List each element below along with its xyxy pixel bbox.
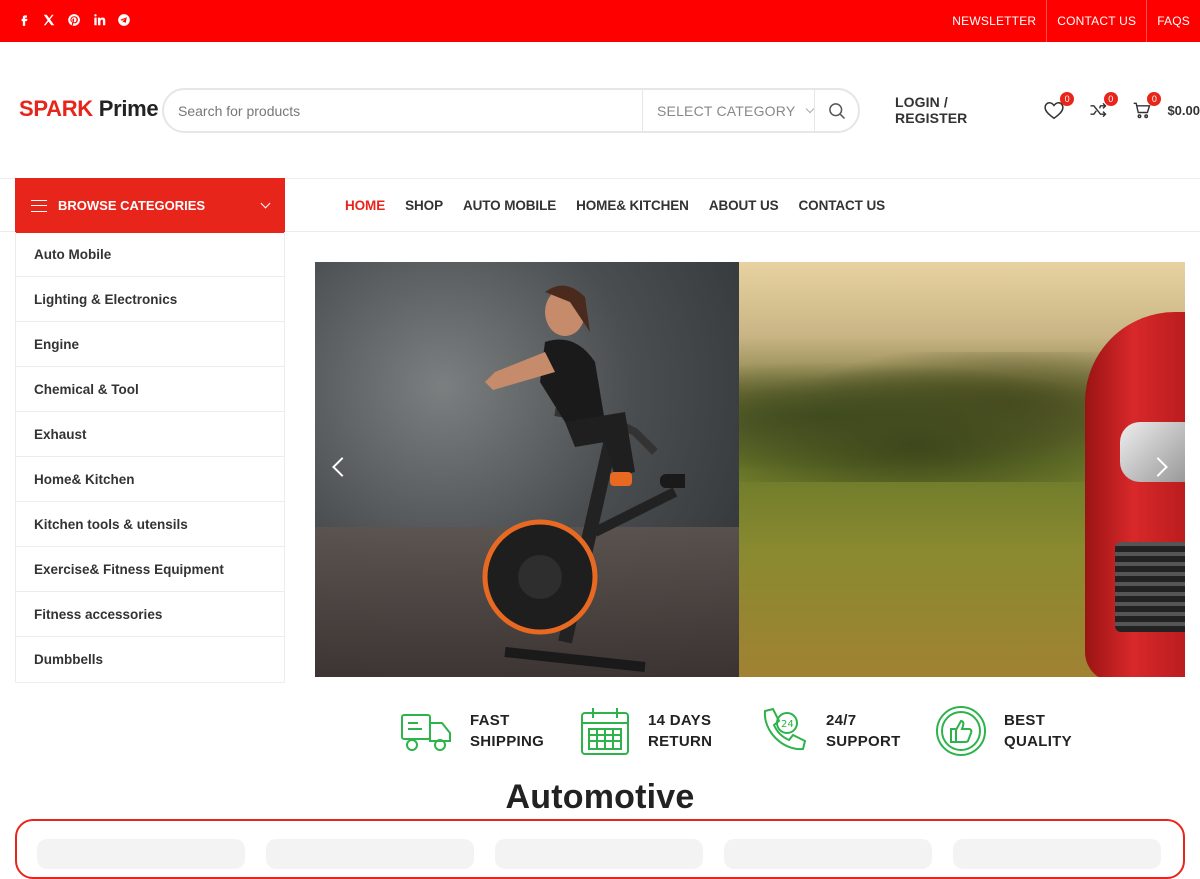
search-button[interactable] — [814, 90, 858, 131]
contact-us-link[interactable]: CONTACT US — [1046, 0, 1146, 42]
sidebar-item-chemical-tool[interactable]: Chemical & Tool — [16, 367, 284, 412]
header-actions: LOGIN / REGISTER 0 0 0 $0.00 — [895, 92, 1200, 126]
nav-auto-mobile[interactable]: AUTO MOBILE — [453, 198, 566, 213]
sidebar-item-auto-mobile[interactable]: Auto Mobile — [16, 232, 284, 277]
login-register-link[interactable]: LOGIN / REGISTER — [895, 94, 1022, 126]
thumbs-up-icon — [934, 704, 988, 758]
product-card[interactable] — [37, 839, 245, 869]
sidebar-item-exercise-fitness[interactable]: Exercise& Fitness Equipment — [16, 547, 284, 592]
chevron-down-icon — [260, 198, 271, 209]
sidebar-item-lighting-electronics[interactable]: Lighting & Electronics — [16, 277, 284, 322]
feature-line1: FAST — [470, 712, 510, 729]
compare-button[interactable]: 0 — [1086, 92, 1118, 121]
search-input[interactable] — [164, 90, 642, 131]
social-links — [16, 12, 132, 28]
sidebar-item-exhaust[interactable]: Exhaust — [16, 412, 284, 457]
nav-shop[interactable]: SHOP — [395, 198, 453, 213]
search-icon — [828, 102, 845, 119]
cart-count-badge: 0 — [1147, 92, 1162, 106]
telegram-icon[interactable] — [116, 12, 132, 28]
hero-slider[interactable] — [315, 262, 1185, 677]
car-headlight — [1120, 422, 1185, 482]
cart-total[interactable]: $0.00 — [1167, 103, 1200, 118]
feature-line1: BEST — [1004, 712, 1046, 729]
top-links: NEWSLETTER CONTACT US FAQS — [942, 0, 1200, 42]
red-car-image — [1085, 312, 1185, 677]
nav-home[interactable]: HOME — [335, 198, 395, 213]
feature-fast-shipping: FAST SHIPPING — [400, 704, 544, 758]
nav-home-kitchen[interactable]: HOME& KITCHEN — [566, 198, 699, 213]
category-sidebar: Auto Mobile Lighting & Electronics Engin… — [15, 232, 285, 683]
car-grille — [1115, 542, 1185, 632]
compare-count-badge: 0 — [1103, 92, 1118, 106]
linkedin-icon[interactable] — [91, 12, 107, 28]
product-card[interactable] — [266, 839, 474, 869]
browse-categories-label: BROWSE CATEGORIES — [58, 198, 206, 213]
faqs-link[interactable]: FAQS — [1146, 0, 1200, 42]
truck-icon — [400, 704, 454, 758]
category-select-label: SELECT CATEGORY — [657, 102, 796, 119]
svg-text:24: 24 — [781, 719, 794, 730]
logo-prime: Prime — [98, 96, 159, 121]
product-card[interactable] — [953, 839, 1161, 869]
woman-cycling-image — [485, 285, 635, 486]
feature-line2: SHIPPING — [470, 733, 545, 750]
search-bar: SELECT CATEGORY — [162, 88, 860, 133]
nav-contact-us[interactable]: CONTACT US — [789, 198, 896, 213]
automotive-product-box — [15, 819, 1185, 879]
section-title: Automotive — [505, 778, 695, 816]
nav-about-us[interactable]: ABOUT US — [699, 198, 789, 213]
wishlist-button[interactable]: 0 — [1042, 92, 1075, 121]
product-card[interactable] — [495, 839, 703, 869]
fitness-bike-banner-image — [315, 262, 739, 677]
top-bar: NEWSLETTER CONTACT US FAQS — [0, 0, 1200, 42]
feature-line2: RETURN — [648, 733, 713, 750]
calendar-icon — [578, 704, 632, 758]
sidebar-item-engine[interactable]: Engine — [16, 322, 284, 367]
feature-line1: 24/7 — [826, 712, 857, 729]
main-menu: HOME SHOP AUTO MOBILE HOME& KITCHEN ABOU… — [335, 179, 895, 231]
sidebar-item-dumbbells[interactable]: Dumbbells — [16, 637, 284, 682]
phone-24-icon: 24 — [756, 704, 810, 758]
x-icon[interactable] — [41, 12, 57, 28]
browse-categories-button[interactable]: BROWSE CATEGORIES — [15, 178, 285, 233]
feature-24-7-support: 24 24/7 SUPPORT — [756, 704, 901, 758]
main-navigation: BROWSE CATEGORIES HOME SHOP AUTO MOBILE … — [0, 178, 1200, 233]
site-header: SPARK Prime SELECT CATEGORY LOGIN / REGI… — [0, 42, 1200, 178]
features-row: FAST SHIPPING 14 DAYS RETURN 24 24/7 SUP… — [400, 704, 1100, 760]
logo-spark: SPARK — [19, 96, 93, 121]
feature-line1: 14 DAYS — [648, 712, 712, 729]
sidebar-item-kitchen-tools[interactable]: Kitchen tools & utensils — [16, 502, 284, 547]
cart-button[interactable]: 0 — [1130, 92, 1162, 121]
feature-line2: SUPPORT — [826, 733, 901, 750]
site-logo[interactable]: SPARK Prime — [19, 96, 159, 122]
newsletter-link[interactable]: NEWSLETTER — [942, 0, 1046, 42]
sidebar-item-fitness-accessories[interactable]: Fitness accessories — [16, 592, 284, 637]
feature-14-days-return: 14 DAYS RETURN — [578, 704, 712, 758]
feature-best-quality: BEST QUALITY — [934, 704, 1072, 758]
pinterest-icon[interactable] — [66, 12, 82, 28]
category-select[interactable]: SELECT CATEGORY — [642, 90, 815, 131]
hamburger-icon — [31, 199, 47, 212]
red-car-field-banner-image — [739, 262, 1185, 677]
sidebar-item-home-kitchen[interactable]: Home& Kitchen — [16, 457, 284, 502]
product-card[interactable] — [724, 839, 932, 869]
product-cards — [37, 839, 1161, 869]
feature-line2: QUALITY — [1004, 733, 1072, 750]
wishlist-count-badge: 0 — [1060, 92, 1075, 106]
facebook-icon[interactable] — [16, 12, 32, 28]
